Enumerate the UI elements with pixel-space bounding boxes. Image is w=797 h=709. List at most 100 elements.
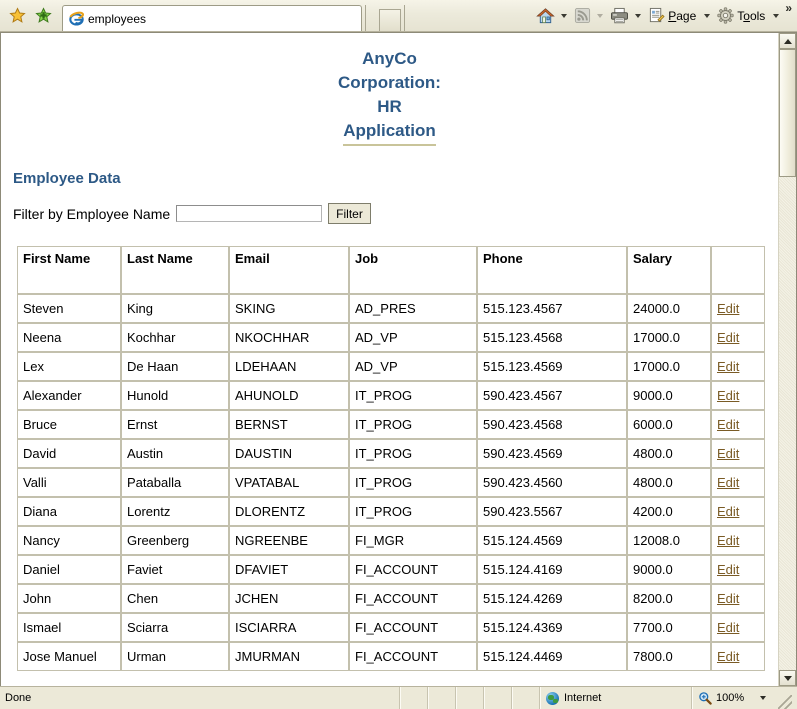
print-button[interactable] [608,4,631,28]
cell-email: LDEHAAN [229,352,349,381]
cell-first-name: Jose Manuel [17,642,121,671]
cell-last-name: Pataballa [121,468,229,497]
column-header-salary: Salary [627,246,711,294]
cell-actions: Edit [711,497,765,526]
edit-link[interactable]: Edit [717,649,739,664]
edit-link[interactable]: Edit [717,504,739,519]
cell-phone: 590.423.5567 [477,497,627,526]
cell-actions: Edit [711,294,765,323]
status-panel-4 [484,687,512,709]
vertical-scrollbar[interactable] [778,33,796,686]
cell-job: FI_ACCOUNT [349,555,477,584]
edit-link[interactable]: Edit [717,591,739,606]
add-to-favorites-button[interactable] [30,3,56,29]
employee-table-container: First Name Last Name Email Job Phone Sal… [17,246,765,671]
star-plus-icon [35,7,52,24]
cell-first-name: Valli [17,468,121,497]
filter-input[interactable] [176,205,322,222]
tab-strip: employees [62,0,415,31]
page-title-line-3: HR [1,95,778,119]
browser-toolbar: employees [0,0,797,32]
column-header-phone: Phone [477,246,627,294]
page-menu-label: Page [668,9,696,23]
cell-salary: 9000.0 [627,381,711,410]
cell-last-name: King [121,294,229,323]
cell-last-name: Austin [121,439,229,468]
cell-last-name: Urman [121,642,229,671]
cell-actions: Edit [711,381,765,410]
cell-first-name: Nancy [17,526,121,555]
zoom-level-label: 100% [716,692,744,704]
filter-label: Filter by Employee Name [13,206,170,222]
print-dropdown-caret[interactable] [635,14,641,18]
table-row: IsmaelSciarraISCIARRAFI_ACCOUNT515.124.4… [17,613,765,642]
security-zone-indicator[interactable]: Internet [540,687,692,709]
edit-link[interactable]: Edit [717,475,739,490]
page-menu-button[interactable]: Page [646,4,700,28]
feeds-button[interactable] [572,4,593,28]
zoom-dropdown-caret[interactable] [760,696,766,700]
feeds-dropdown-caret[interactable] [597,14,603,18]
toolbar-commands: Page Tools » [533,0,797,31]
status-panel-2 [428,687,456,709]
cell-email: JCHEN [229,584,349,613]
chevron-down-icon [784,676,792,681]
scrollbar-track[interactable] [779,49,796,670]
cell-phone: 515.124.4369 [477,613,627,642]
scroll-up-button[interactable] [779,33,796,49]
cell-email: ISCIARRA [229,613,349,642]
cell-last-name: Ernst [121,410,229,439]
edit-link[interactable]: Edit [717,388,739,403]
status-panel-5 [512,687,540,709]
edit-link[interactable]: Edit [717,359,739,374]
tools-dropdown-caret[interactable] [773,14,779,18]
cell-salary: 17000.0 [627,323,711,352]
cell-phone: 590.423.4568 [477,410,627,439]
table-row: LexDe HaanLDEHAANAD_VP515.123.456917000.… [17,352,765,381]
table-row: Jose ManuelUrmanJMURMANFI_ACCOUNT515.124… [17,642,765,671]
cell-first-name: Diana [17,497,121,526]
cell-email: AHUNOLD [229,381,349,410]
status-panel-1 [400,687,428,709]
edit-link[interactable]: Edit [717,330,739,345]
column-header-email: Email [229,246,349,294]
cell-phone: 590.423.4569 [477,439,627,468]
edit-link[interactable]: Edit [717,562,739,577]
cell-job: FI_ACCOUNT [349,642,477,671]
table-row: NeenaKochharNKOCHHARAD_VP515.123.4568170… [17,323,765,352]
cell-last-name: Sciarra [121,613,229,642]
status-panel-3 [456,687,484,709]
ie-logo-icon [69,11,84,26]
edit-link[interactable]: Edit [717,620,739,635]
tab-employees[interactable]: employees [62,5,362,31]
tools-menu-button[interactable]: Tools [715,4,769,28]
scroll-down-button[interactable] [779,670,796,686]
page-dropdown-caret[interactable] [704,14,710,18]
zoom-control[interactable]: 100% [692,687,797,709]
favorites-center-button[interactable] [4,3,30,29]
rss-feed-icon [574,7,591,24]
cell-email: SKING [229,294,349,323]
filter-button[interactable]: Filter [328,203,371,224]
cell-email: NGREENBE [229,526,349,555]
cell-job: FI_ACCOUNT [349,584,477,613]
page-title-line-2: Corporation: [1,71,778,95]
edit-link[interactable]: Edit [717,301,739,316]
edit-link[interactable]: Edit [717,446,739,461]
cell-salary: 17000.0 [627,352,711,381]
status-bar: Done Internet 100% [0,686,797,709]
table-row: DanielFavietDFAVIETFI_ACCOUNT515.124.416… [17,555,765,584]
edit-link[interactable]: Edit [717,533,739,548]
scrollbar-thumb[interactable] [779,49,796,177]
printer-icon [610,7,629,24]
home-dropdown-caret[interactable] [561,14,567,18]
toolbar-overflow-button[interactable]: » [785,0,792,14]
new-tab-button[interactable] [379,9,401,31]
cell-actions: Edit [711,352,765,381]
edit-link[interactable]: Edit [717,417,739,432]
cell-actions: Edit [711,410,765,439]
home-button[interactable] [534,4,557,28]
cell-salary: 4200.0 [627,497,711,526]
resize-grip[interactable] [778,695,792,709]
cell-first-name: Neena [17,323,121,352]
